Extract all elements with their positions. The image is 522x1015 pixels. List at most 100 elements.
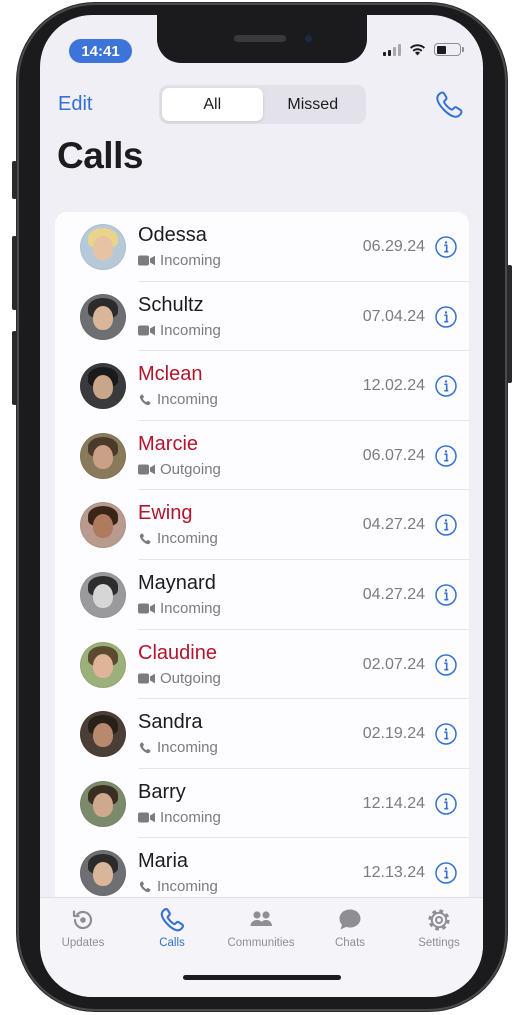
call-type: Incoming (138, 530, 218, 547)
speaker (234, 35, 286, 42)
contact-name: Ewing (138, 502, 193, 525)
status-time: 14:41 (69, 39, 132, 63)
call-type: Outgoing (138, 670, 221, 687)
call-list: Odessa Incoming 06.29.24 Schultz Incomin… (55, 212, 469, 912)
call-type: Incoming (138, 391, 218, 408)
tab-calls[interactable]: Calls (132, 906, 212, 949)
avatar (80, 363, 126, 410)
avatar (80, 711, 126, 758)
wifi-icon (410, 44, 425, 56)
call-type: Incoming (138, 809, 221, 826)
avatar (80, 502, 126, 549)
contact-name: Marcie (138, 432, 199, 455)
call-direction: Incoming (157, 878, 218, 896)
tab-bar: Updates Calls Communities Chats Settings (40, 897, 483, 997)
avatar (80, 780, 126, 827)
call-direction: Incoming (160, 252, 221, 269)
info-icon[interactable] (435, 653, 457, 676)
video-camera-icon (138, 812, 155, 823)
tab-label: Communities (227, 937, 295, 949)
call-row[interactable]: Marcie Outgoing 06.07.24 (55, 421, 469, 491)
home-indicator[interactable] (183, 975, 341, 980)
phone-icon (139, 394, 151, 405)
call-date: 06.07.24 (362, 446, 425, 464)
phone-icon (139, 533, 151, 545)
call-type: Outgoing (138, 461, 221, 478)
volume-down-button (12, 331, 17, 405)
contact-name: Odessa (138, 224, 207, 246)
call-row[interactable]: Sandra Incoming 02.19.24 (55, 699, 469, 769)
status-indicators (383, 43, 464, 56)
info-icon[interactable] (435, 305, 457, 328)
video-camera-icon (138, 325, 155, 336)
call-direction: Outgoing (160, 460, 221, 478)
call-type: Incoming (138, 252, 221, 269)
info-icon[interactable] (435, 514, 457, 537)
updates-icon (72, 910, 93, 930)
tab-settings[interactable]: Settings (399, 906, 479, 949)
communities-icon (250, 911, 272, 926)
call-row[interactable]: Maynard Incoming 04.27.24 (55, 560, 469, 630)
call-type: Incoming (138, 739, 218, 756)
video-camera-icon (138, 464, 155, 475)
call-type: Incoming (138, 600, 221, 617)
avatar (80, 293, 126, 340)
video-camera-icon (138, 603, 155, 614)
info-icon[interactable] (435, 445, 457, 467)
call-row[interactable]: Ewing Incoming 04.27.24 (55, 490, 469, 560)
call-direction: Incoming (157, 739, 218, 757)
contact-name: Maria (138, 850, 189, 873)
notch (157, 15, 367, 63)
info-icon[interactable] (435, 584, 457, 606)
call-row[interactable]: Schultz Incoming 07.04.24 (55, 282, 469, 352)
call-row[interactable]: Claudine Outgoing 02.07.24 (55, 630, 469, 700)
call-row[interactable]: Barry Incoming 12.14.24 (55, 769, 469, 839)
power-button (507, 265, 512, 383)
call-date: 12.14.24 (362, 794, 425, 812)
call-row[interactable]: Mclean Incoming 12.02.24 (55, 351, 469, 421)
call-filter-segmented-control: All Missed (159, 85, 366, 124)
call-date: 04.27.24 (362, 516, 425, 534)
call-date: 12.02.24 (362, 377, 425, 395)
call-date: 04.27.24 (362, 585, 425, 603)
info-icon[interactable] (435, 236, 457, 258)
tab-chats[interactable]: Chats (310, 906, 390, 949)
info-icon[interactable] (435, 723, 457, 745)
call-row[interactable]: Odessa Incoming 06.29.24 (55, 212, 469, 282)
contact-name: Schultz (138, 293, 204, 316)
tab-communities[interactable]: Communities (221, 906, 301, 949)
call-direction: Incoming (160, 321, 221, 339)
call-date: 12.13.24 (362, 864, 425, 882)
contact-name: Mclean (138, 363, 203, 386)
info-icon[interactable] (435, 793, 457, 815)
front-camera (302, 32, 315, 45)
edit-button[interactable]: Edit (58, 93, 92, 116)
segment-all[interactable]: All (162, 88, 263, 121)
volume-up-button (12, 236, 17, 310)
call-direction: Outgoing (160, 669, 221, 687)
call-direction: Incoming (160, 808, 221, 826)
call-date: 07.04.24 (362, 307, 425, 325)
new-call-button[interactable] (433, 89, 465, 121)
settings-icon (428, 909, 450, 931)
tab-label: Calls (159, 937, 185, 949)
video-camera-icon (138, 255, 155, 266)
tab-updates[interactable]: Updates (43, 906, 123, 949)
call-type: Incoming (138, 878, 218, 895)
info-icon[interactable] (435, 375, 457, 397)
phone-icon (139, 742, 151, 753)
cellular-signal-icon (383, 43, 401, 56)
segment-missed[interactable]: Missed (263, 88, 364, 121)
battery-icon (434, 43, 464, 56)
phone-icon (160, 908, 184, 932)
avatar (80, 224, 126, 270)
info-icon[interactable] (435, 862, 457, 885)
page-title: Calls (57, 135, 143, 176)
phone-icon (139, 881, 151, 893)
call-direction: Incoming (160, 599, 221, 617)
avatar (80, 432, 126, 479)
chats-icon (339, 909, 361, 930)
contact-name: Claudine (138, 641, 217, 664)
video-camera-icon (138, 673, 155, 684)
call-direction: Incoming (157, 391, 218, 409)
